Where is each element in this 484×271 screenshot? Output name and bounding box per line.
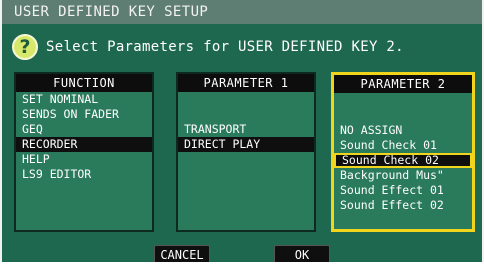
list-item[interactable]: TRANSPORT xyxy=(178,122,314,137)
list-item-spacer xyxy=(334,93,472,108)
question-icon: ? xyxy=(12,34,38,60)
parameter1-list: PARAMETER 1 TRANSPORT DIRECT PLAY xyxy=(176,72,316,232)
list-item[interactable]: SET NOMINAL xyxy=(16,92,152,107)
window-title: USER DEFINED KEY SETUP xyxy=(2,0,482,24)
list-item[interactable]: LS9 EDITOR xyxy=(16,167,152,182)
list-item[interactable]: SENDS ON FADER xyxy=(16,107,152,122)
ok-button[interactable]: OK xyxy=(274,245,330,262)
list-item[interactable]: GEQ xyxy=(16,122,152,137)
footer-strip xyxy=(0,262,484,271)
list-item-selected[interactable]: Sound Check 02 xyxy=(334,153,472,168)
list-item[interactable]: Background Mus" xyxy=(334,168,472,183)
prompt-text: Select Parameters for USER DEFINED KEY 2… xyxy=(46,39,404,55)
prompt-row: ? Select Parameters for USER DEFINED KEY… xyxy=(12,32,404,62)
parameter1-header: PARAMETER 1 xyxy=(178,74,314,92)
list-item[interactable]: Sound Effect 01 xyxy=(334,183,472,198)
list-item[interactable]: Sound Effect 02 xyxy=(334,198,472,213)
parameter2-header: PARAMETER 2 xyxy=(334,75,472,93)
function-header: FUNCTION xyxy=(16,74,152,92)
setup-dialog: USER DEFINED KEY SETUP ? Select Paramete… xyxy=(0,0,484,262)
list-item-spacer xyxy=(178,92,314,107)
cancel-button[interactable]: CANCEL xyxy=(154,245,210,262)
function-list: FUNCTION SET NOMINAL SENDS ON FADER GEQ … xyxy=(14,72,154,232)
list-item[interactable]: Sound Check 01 xyxy=(334,138,472,153)
list-item[interactable]: HELP xyxy=(16,152,152,167)
list-item-spacer xyxy=(178,107,314,122)
list-item[interactable]: NO ASSIGN xyxy=(334,123,472,138)
list-item-selected[interactable]: DIRECT PLAY xyxy=(178,137,314,152)
list-item-spacer xyxy=(334,108,472,123)
parameter2-list: PARAMETER 2 NO ASSIGN Sound Check 01 Sou… xyxy=(331,72,475,232)
list-item-selected[interactable]: RECORDER xyxy=(16,137,152,152)
